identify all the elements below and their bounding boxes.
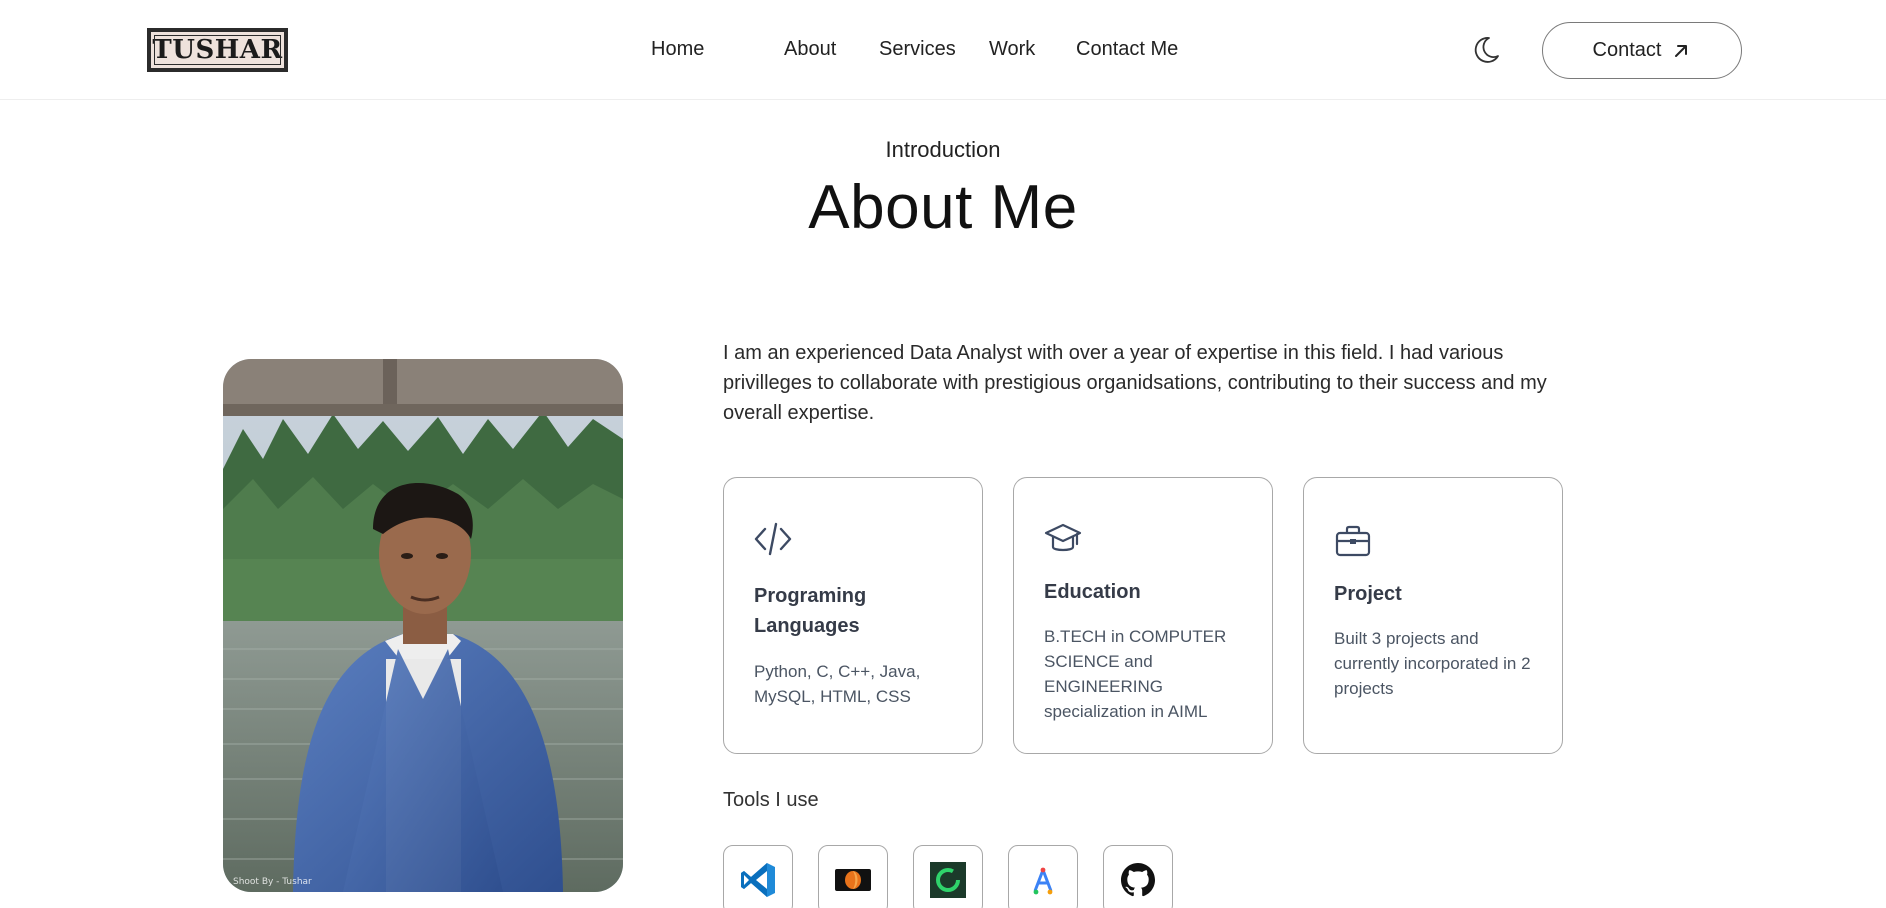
tool-green-ring-icon [930, 862, 966, 898]
moon-icon[interactable] [1470, 34, 1502, 66]
card-text: B.TECH in COMPUTER SCIENCE and ENGINEERI… [1044, 627, 1227, 721]
tool-orange-icon [835, 869, 871, 891]
bio-text: I am an experienced Data Analyst with ov… [723, 342, 1547, 424]
page-title: About Me [808, 173, 1078, 242]
graduation-cap-icon [1044, 523, 1082, 552]
section-kicker: Introduction [885, 137, 1001, 162]
tool-vscode[interactable] [723, 845, 793, 908]
card-title: Education [1044, 581, 1141, 603]
contact-button[interactable]: Contact [1542, 22, 1742, 79]
tool-3[interactable] [913, 845, 983, 908]
github-icon [1121, 863, 1155, 897]
tool-2[interactable] [818, 845, 888, 908]
vscode-icon [741, 863, 775, 897]
profile-photo: Shoot By - Tushar [223, 359, 623, 892]
card-programming: Programing Languages Python, C, C++, Jav… [723, 477, 983, 754]
code-icon [754, 522, 792, 556]
site-header: TUSHAR Home About Services Work Contact … [0, 0, 1886, 100]
card-title: Project [1334, 583, 1402, 605]
arrow-up-right-icon [1675, 44, 1688, 57]
photo-caption: Shoot By - Tushar [233, 877, 312, 887]
nav-services[interactable]: Services [879, 38, 956, 61]
logo[interactable]: TUSHAR [147, 28, 288, 72]
nav-contact-me[interactable]: Contact Me [1076, 38, 1178, 61]
card-title: Programing Languages [754, 585, 867, 637]
tools-label: Tools I use [723, 789, 819, 811]
card-text: Python, C, C++, Java, MySQL, HTML, CSS [754, 662, 921, 706]
nav-work[interactable]: Work [989, 38, 1035, 61]
card-education: Education B.TECH in COMPUTER SCIENCE and… [1013, 477, 1273, 754]
tool-blue-a-icon [1033, 867, 1053, 895]
contact-button-label: Contact [1592, 39, 1662, 61]
tool-github[interactable] [1103, 845, 1173, 908]
card-project: Project Built 3 projects and currently i… [1303, 477, 1563, 754]
tool-4[interactable] [1008, 845, 1078, 908]
nav-about[interactable]: About [784, 38, 836, 61]
card-text: Built 3 projects and currently incorpora… [1334, 629, 1531, 698]
nav-home[interactable]: Home [651, 38, 704, 61]
briefcase-icon [1335, 525, 1371, 557]
